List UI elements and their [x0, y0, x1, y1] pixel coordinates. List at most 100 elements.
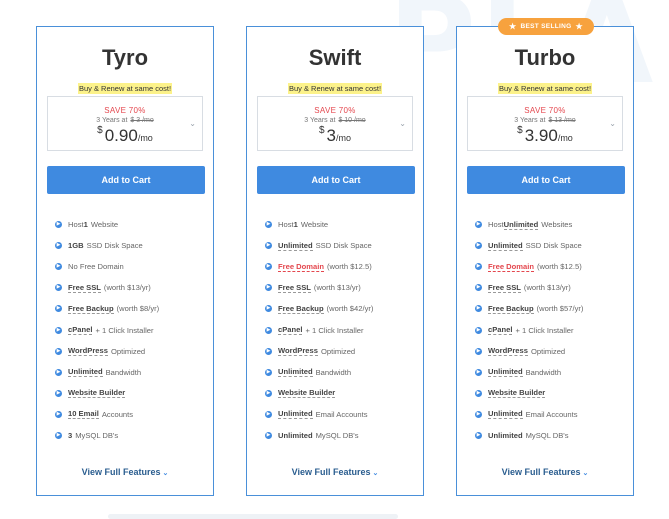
arrow-right-circle-icon: ▶	[55, 263, 62, 271]
feature-highlight[interactable]: Free Domain	[278, 262, 324, 272]
tagline: Buy & Renew at same cost!	[457, 78, 633, 96]
feature-suffix: Accounts	[101, 409, 134, 419]
old-price: $ 3 /mo	[130, 117, 154, 124]
old-price: $ 13 /mo	[548, 117, 576, 124]
add-to-cart-button[interactable]: Add to Cart	[257, 166, 415, 194]
feature-item: ▶ Free Backup (worth $8/yr)	[55, 298, 209, 319]
bottom-divider	[108, 514, 398, 519]
feature-highlight[interactable]: Free SSL	[278, 283, 311, 293]
price: $0.90/mo	[48, 125, 202, 146]
term-select[interactable]: SAVE 70% 3 Years at $ 13 /mo $3.90/mo ⌄	[467, 96, 623, 151]
feature-item: ▶ Unlimited SSD Disk Space	[475, 235, 629, 256]
arrow-right-circle-icon: ▶	[265, 242, 272, 250]
feature-suffix: Email Accounts	[315, 409, 368, 419]
feature-highlight: 1	[293, 220, 298, 230]
feature-suffix: MySQL DB's	[75, 430, 119, 440]
term-text: 3 Years at	[514, 117, 546, 124]
feature-highlight[interactable]: Unlimited	[278, 241, 313, 251]
feature-item: ▶ Unlimited Email Accounts	[475, 404, 629, 425]
arrow-right-circle-icon: ▶	[475, 284, 482, 292]
best-selling-badge: ★ BEST SELLING ★	[498, 18, 594, 35]
feature-highlight[interactable]: WordPress	[488, 346, 528, 357]
feature-highlight[interactable]: Unlimited	[488, 409, 523, 420]
plan-card-tyro: Tyro Buy & Renew at same cost! SAVE 70% …	[36, 26, 214, 496]
feature-item: ▶ Unlimited MySQL DB's	[475, 425, 629, 446]
tagline-text: Buy & Renew at same cost!	[287, 83, 383, 94]
feature-item: ▶ Unlimited MySQL DB's	[265, 425, 419, 446]
feature-suffix: Websites	[541, 220, 573, 230]
link-label: View Full Features	[81, 467, 161, 477]
feature-suffix: Bandwidth	[105, 367, 142, 377]
chevron-down-icon: ⌄	[582, 470, 589, 477]
feature-highlight[interactable]: 10 Email	[68, 409, 99, 420]
feature-highlight[interactable]: Website Builder	[68, 388, 126, 399]
tagline: Buy & Renew at same cost!	[247, 78, 423, 96]
term-label: 3 Years at $ 13 /mo	[468, 117, 622, 124]
save-label: SAVE 70%	[314, 106, 356, 115]
arrow-right-circle-icon: ▶	[265, 389, 272, 397]
feature-item: ▶ No Free Domain	[55, 256, 209, 277]
feature-prefix: Host	[68, 220, 84, 230]
feature-suffix: (worth $57/yr)	[536, 304, 584, 314]
term-select[interactable]: SAVE 70% 3 Years at $ 3 /mo $0.90/mo ⌄	[47, 96, 203, 151]
arrow-right-circle-icon: ▶	[265, 431, 272, 439]
feature-item: ▶ Host 1 Website	[55, 214, 209, 235]
feature-highlight[interactable]: Website Builder	[278, 388, 336, 399]
currency-symbol: $	[318, 125, 325, 136]
feature-highlight[interactable]: cPanel	[278, 325, 303, 336]
feature-item: ▶ 10 Email Accounts	[55, 404, 209, 425]
feature-highlight[interactable]: Free Backup	[488, 304, 534, 314]
currency-symbol: $	[97, 125, 103, 136]
feature-prefix: Host	[488, 220, 504, 230]
add-to-cart-button[interactable]: Add to Cart	[47, 166, 205, 194]
feature-highlight[interactable]: cPanel	[488, 325, 513, 336]
feature-item: ▶ cPanel + 1 Click Installer	[55, 319, 209, 340]
view-full-features-link[interactable]: View Full Features ⌄	[37, 467, 213, 477]
feature-item: ▶ Unlimited Bandwidth	[265, 362, 419, 383]
feature-highlight[interactable]: Unlimited	[488, 367, 523, 378]
feature-highlight[interactable]: cPanel	[68, 325, 93, 336]
feature-suffix: MySQL DB's	[525, 430, 569, 440]
feature-highlight: 1GB	[68, 241, 84, 251]
feature-item: ▶ Free Domain (worth $12.5)	[265, 256, 419, 277]
feature-item: ▶ Website Builder	[55, 383, 209, 404]
feature-highlight[interactable]: Free Backup	[278, 304, 324, 314]
view-full-features-link[interactable]: View Full Features ⌄	[247, 467, 423, 477]
feature-item: ▶ Free Backup (worth $57/yr)	[475, 298, 629, 319]
feature-highlight[interactable]: Unlimited	[68, 367, 103, 378]
arrow-right-circle-icon: ▶	[265, 305, 272, 313]
arrow-right-circle-icon: ▶	[265, 284, 272, 292]
feature-suffix: Optimized	[320, 346, 356, 356]
view-full-features-link[interactable]: View Full Features ⌄	[457, 467, 633, 477]
add-to-cart-button[interactable]: Add to Cart	[467, 166, 625, 194]
feature-highlight[interactable]: WordPress	[68, 346, 108, 357]
feature-suffix: (worth $12.5)	[537, 262, 582, 272]
old-price: $ 10 /mo	[338, 117, 366, 124]
feature-item: ▶ cPanel + 1 Click Installer	[265, 319, 419, 340]
feature-highlight[interactable]: Free SSL	[68, 283, 101, 293]
feature-highlight[interactable]: Free Domain	[488, 262, 534, 272]
star-icon: ★	[509, 22, 517, 31]
chevron-down-icon: ⌄	[609, 119, 616, 128]
feature-item: ▶ WordPress Optimized	[55, 341, 209, 362]
feature-item: ▶ Unlimited Bandwidth	[55, 362, 209, 383]
tagline: Buy & Renew at same cost!	[37, 78, 213, 96]
feature-highlight[interactable]: Unlimited	[278, 367, 313, 378]
arrow-right-circle-icon: ▶	[265, 410, 272, 418]
feature-item: ▶ Website Builder	[265, 383, 419, 404]
feature-item: ▶ WordPress Optimized	[265, 341, 419, 362]
term-select[interactable]: SAVE 70% 3 Years at $ 10 /mo $3/mo ⌄	[257, 96, 413, 151]
feature-highlight[interactable]: WordPress	[278, 346, 318, 357]
feature-highlight[interactable]: Free SSL	[488, 283, 521, 293]
feature-highlight[interactable]: Unlimited	[503, 220, 539, 230]
feature-highlight: Unlimited	[278, 430, 313, 440]
link-label: View Full Features	[501, 467, 581, 477]
feature-highlight[interactable]: Free Backup	[68, 304, 114, 314]
feature-highlight[interactable]: Unlimited	[278, 409, 313, 420]
arrow-right-circle-icon: ▶	[265, 221, 272, 229]
plan-name: Turbo	[514, 45, 576, 70]
arrow-right-circle-icon: ▶	[55, 410, 62, 418]
feature-suffix: Bandwidth	[525, 367, 562, 377]
feature-highlight[interactable]: Website Builder	[488, 388, 546, 399]
feature-highlight[interactable]: Unlimited	[488, 241, 523, 251]
